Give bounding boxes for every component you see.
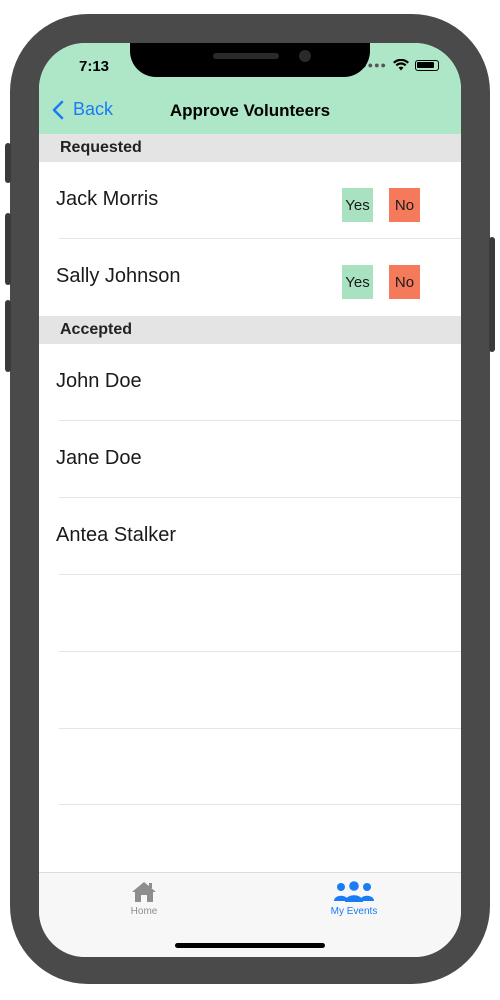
speaker <box>213 53 279 59</box>
wifi-icon <box>393 59 409 71</box>
row-separator <box>59 651 461 652</box>
volunteer-name: Sally Johnson <box>56 265 181 287</box>
home-indicator[interactable] <box>175 943 325 948</box>
row-separator <box>59 804 461 805</box>
tab-my-events-label: My Events <box>330 906 378 917</box>
volunteer-name: Jack Morris <box>56 188 159 210</box>
row-separator <box>59 728 461 729</box>
home-icon <box>132 882 156 902</box>
section-header-accepted: Accepted <box>39 316 461 344</box>
mute-switch <box>5 143 11 183</box>
accepted-row[interactable]: John Doe <box>39 344 461 421</box>
power-button <box>489 237 495 352</box>
approve-button[interactable]: Yes <box>342 265 373 299</box>
camera <box>299 50 311 62</box>
status-icons: ●●●● <box>361 59 439 71</box>
volunteer-name: Antea Stalker <box>56 524 177 546</box>
tab-home-label: Home <box>130 906 158 917</box>
accepted-row[interactable]: Jane Doe <box>39 421 461 498</box>
reject-button[interactable]: No <box>389 265 420 299</box>
tab-bar: Home My Events <box>39 872 461 957</box>
row-separator <box>59 574 461 575</box>
status-time: 7:13 <box>79 58 110 75</box>
phone-screen: 7:13 ●●●● Back Approve Volunteers Reques… <box>39 43 461 957</box>
nav-header: 7:13 ●●●● Back Approve Volunteers <box>39 43 461 134</box>
request-row: Jack Morris Yes No <box>39 162 461 239</box>
section-header-requested: Requested <box>39 134 461 162</box>
battery-icon <box>415 59 439 71</box>
page-title: Approve Volunteers <box>169 101 331 120</box>
accepted-row[interactable]: Antea Stalker <box>39 498 461 575</box>
volunteer-name: John Doe <box>56 370 142 392</box>
reject-button[interactable]: No <box>389 188 420 222</box>
volume-up-button <box>5 213 11 285</box>
tab-my-events[interactable]: My Events <box>304 881 404 917</box>
volunteer-name: Jane Doe <box>56 447 142 469</box>
request-row: Sally Johnson Yes No <box>39 239 461 316</box>
tab-home[interactable]: Home <box>94 881 194 917</box>
volume-down-button <box>5 300 11 372</box>
people-icon <box>334 881 374 902</box>
approve-button[interactable]: Yes <box>342 188 373 222</box>
notch <box>130 43 370 77</box>
